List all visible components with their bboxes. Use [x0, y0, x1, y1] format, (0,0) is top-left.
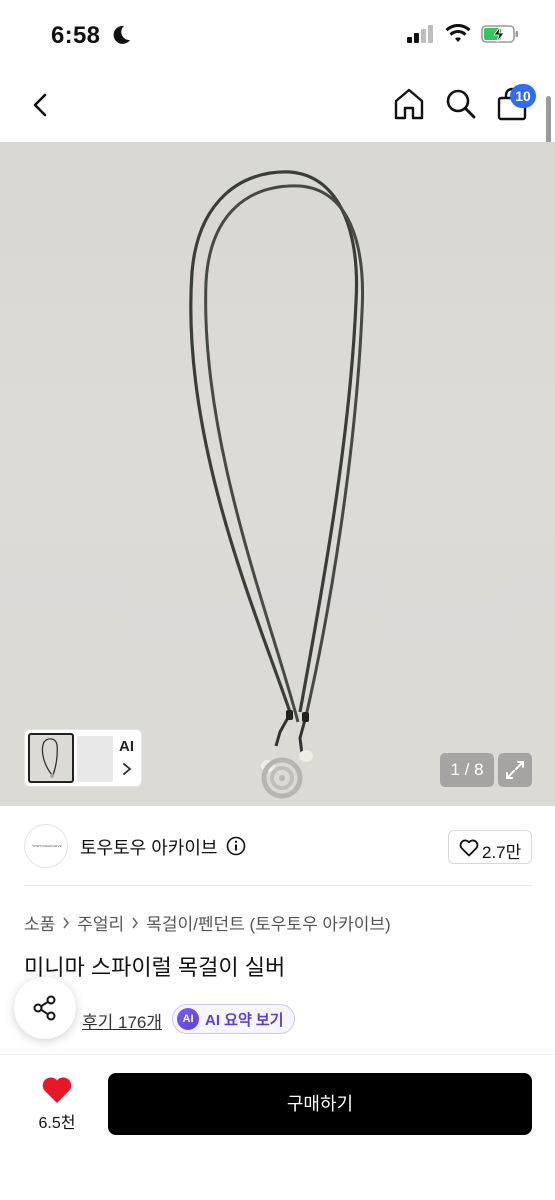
ai-summary-button[interactable]: AI AI 요약 보기	[172, 1004, 295, 1034]
expand-icon	[506, 761, 524, 779]
search-icon[interactable]	[443, 86, 479, 122]
buy-button[interactable]: 구매하기	[108, 1073, 532, 1135]
divider	[24, 885, 532, 886]
bottom-action-bar: 6.5천 구매하기	[0, 1054, 555, 1200]
back-icon[interactable]	[24, 88, 58, 122]
share-button[interactable]	[14, 977, 76, 1039]
seller-like-count: 2.7만	[482, 843, 522, 862]
breadcrumb: 소품 주얼리 목걸이/펜던트 (토우토우 아카이브)	[24, 910, 391, 935]
thumbnail-strip[interactable]: AI	[24, 729, 142, 787]
heart-outline-icon	[459, 839, 479, 857]
status-time: 6:58	[51, 22, 101, 49]
seller-like-button[interactable]: 2.7만	[448, 830, 532, 864]
home-icon[interactable]	[392, 86, 426, 122]
breadcrumb-item-necklace[interactable]: 목걸이/펜던트 (토우토우 아카이브)	[146, 910, 390, 935]
status-bar: 6:58	[0, 0, 555, 72]
thumbnail-ai-label: AI	[119, 738, 134, 755]
necklace-photo	[189, 170, 365, 799]
thumbnail-second[interactable]	[77, 736, 113, 782]
thumbnail-selected[interactable]	[28, 733, 74, 783]
share-icon	[33, 995, 56, 1021]
seller-row[interactable]: TOWTOWARCHIVE 토우토우 아카이브 2.7만	[0, 806, 555, 886]
seller-logo[interactable]: TOWTOWARCHIVE	[24, 824, 68, 868]
moon-icon	[113, 25, 130, 44]
expand-button[interactable]	[498, 753, 532, 787]
wifi-icon	[445, 24, 471, 42]
product-image[interactable]	[0, 142, 555, 806]
seller-logo-text: TOWTOWARCHIVE	[32, 844, 62, 848]
product-title: 미니마 스파이럴 목걸이 실버	[24, 955, 286, 980]
image-counter: 1 / 8	[440, 753, 494, 787]
top-navigation	[0, 72, 555, 142]
cart-count-badge: 10	[510, 84, 536, 108]
chevron-right-icon[interactable]	[121, 762, 133, 776]
wish-count: 6.5천	[38, 1115, 76, 1132]
chevron-right-icon	[132, 917, 139, 928]
chevron-right-icon	[63, 917, 70, 928]
ai-summary-label: AI 요약 보기	[205, 1011, 284, 1029]
info-icon[interactable]	[226, 836, 246, 856]
battery-charging-icon	[481, 25, 518, 43]
cellular-signal-icon	[407, 25, 433, 43]
seller-name[interactable]: 토우토우 아카이브	[80, 834, 217, 860]
review-link[interactable]: 후기 176개	[82, 1008, 162, 1033]
heart-filled-icon[interactable]	[41, 1075, 73, 1105]
ai-badge-icon: AI	[177, 1008, 199, 1030]
breadcrumb-item-accessories[interactable]: 소품	[24, 910, 55, 935]
breadcrumb-item-jewelry[interactable]: 주얼리	[77, 910, 124, 935]
